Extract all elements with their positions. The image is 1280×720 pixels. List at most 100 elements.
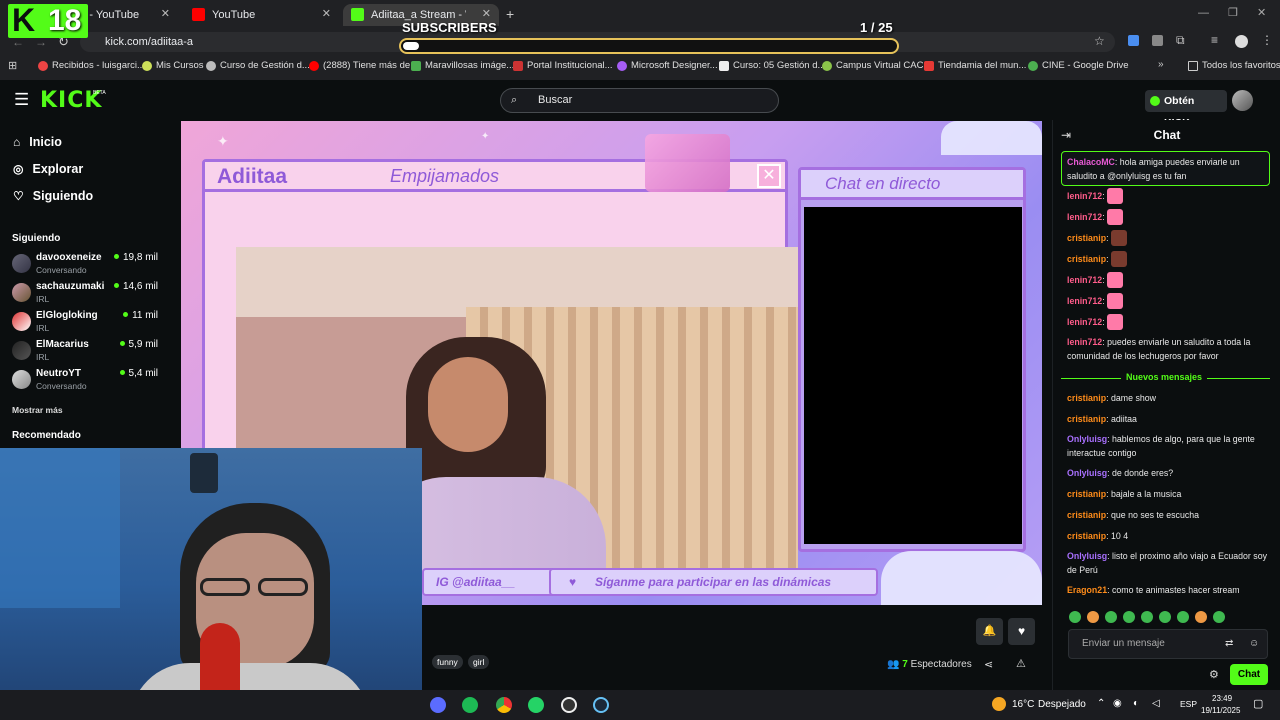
bookmark[interactable]: Maravillosas imáge...	[411, 60, 514, 71]
chat-username[interactable]: Onlyluisg	[1067, 551, 1107, 561]
settings-gear-icon[interactable]: ⚙	[1209, 668, 1219, 681]
notification-icon[interactable]: ▢	[1253, 697, 1263, 710]
bookmark[interactable]: Curso de Gestión d...	[206, 60, 310, 71]
chat-username[interactable]: cristianip	[1067, 510, 1106, 520]
tag-chip[interactable]: funny	[432, 655, 463, 669]
steam-icon[interactable]	[593, 697, 609, 713]
followed-channel[interactable]: sachauzumaki IRL 14,6 mil	[12, 281, 162, 307]
bookmark[interactable]: Microsoft Designer...	[617, 60, 718, 71]
emote-icon[interactable]	[1141, 611, 1153, 623]
bell-icon[interactable]: 🔔	[976, 618, 1003, 645]
emote-icon[interactable]	[1123, 611, 1135, 623]
close-icon[interactable]: ✕	[161, 7, 170, 20]
followed-channel[interactable]: ElGlogloking IRL 11 mil	[12, 310, 162, 336]
chat-username[interactable]: Onlyluisg	[1067, 434, 1107, 444]
chat-username[interactable]: Onlyluisg	[1067, 468, 1107, 478]
minimize-icon[interactable]: —	[1198, 7, 1209, 19]
get-kicks-button[interactable]: Obtén KICKs	[1145, 90, 1227, 129]
media-icon[interactable]: ≡	[1211, 33, 1218, 47]
close-icon[interactable]: ✕	[482, 7, 491, 20]
search-input[interactable]: ⌕ Buscar	[500, 88, 779, 113]
bookmark[interactable]: (2888) Tiene más de...	[309, 60, 418, 71]
tray-app-icon[interactable]: ◉	[1113, 698, 1122, 709]
tab-youtube[interactable]: YouTube ✕	[184, 4, 339, 26]
share-icon[interactable]: ⋖	[984, 658, 993, 671]
emote-icon	[1111, 230, 1127, 246]
tray-expand-icon[interactable]: ⌃	[1097, 698, 1105, 709]
emote-icon[interactable]	[1087, 611, 1099, 623]
sidebar-item-explorar[interactable]: ◎ Explorar	[13, 162, 83, 176]
emote-icon[interactable]	[1195, 611, 1207, 623]
window-close-icon[interactable]: ✕	[1257, 6, 1266, 19]
chat-username[interactable]: lenin712	[1067, 212, 1102, 222]
report-icon[interactable]: ⚠	[1016, 657, 1026, 670]
bookmark[interactable]: Portal Institucional...	[513, 60, 613, 71]
chat-username[interactable]: cristianip	[1067, 233, 1106, 243]
chat-username[interactable]: lenin712	[1067, 317, 1102, 327]
app-icon[interactable]	[430, 697, 446, 713]
tray-app-icon[interactable]: ◐	[1133, 698, 1139, 709]
chat-username[interactable]: lenin712	[1067, 191, 1102, 201]
bookmark[interactable]: Recibidos - luisgarci...	[38, 60, 145, 71]
chat-username[interactable]: Eragon21	[1067, 585, 1107, 595]
speaker-icon[interactable]: ◁	[1152, 698, 1160, 709]
puzzle-icon[interactable]: ⧉	[1176, 33, 1185, 48]
extension-icon[interactable]	[1152, 35, 1163, 46]
sidebar-item-inicio[interactable]: ⌂ Inicio	[13, 135, 62, 149]
chat-username[interactable]: lenin712	[1067, 296, 1102, 306]
emote-icon[interactable]	[1177, 611, 1189, 623]
chat-username[interactable]: cristianip	[1067, 254, 1106, 264]
bookmark[interactable]: Tiendamia del mun...	[924, 60, 1026, 71]
heart-icon: ♥	[569, 575, 577, 589]
tag-chip[interactable]: girl	[468, 655, 490, 669]
show-more-link[interactable]: Mostrar más	[12, 405, 63, 415]
obs-icon[interactable]	[561, 697, 577, 713]
chat-username[interactable]: cristianip	[1067, 414, 1106, 424]
chat-input[interactable]: Enviar un mensaje ⇄ ☺	[1068, 629, 1268, 659]
maximize-icon[interactable]: ❐	[1228, 6, 1238, 19]
emote-icon[interactable]	[1105, 611, 1117, 623]
chat-username[interactable]: cristianip	[1067, 393, 1106, 403]
language-indicator[interactable]: ESP	[1180, 699, 1197, 709]
sidebar-item-siguiendo[interactable]: ♡ Siguiendo	[13, 189, 93, 203]
emoji-icon[interactable]: ☺	[1249, 630, 1259, 658]
translate-icon[interactable]: ⇄	[1225, 630, 1233, 658]
extension-icon[interactable]	[1128, 35, 1139, 46]
new-tab-icon[interactable]: +	[506, 6, 514, 22]
close-icon[interactable]: ✕	[322, 7, 331, 20]
chat-message: cristianip: dame show	[1067, 393, 1156, 403]
home-icon: ⌂	[13, 135, 21, 149]
bookmark[interactable]: Campus Virtual CAC...	[822, 60, 931, 71]
menu-icon[interactable]: ⋮	[1261, 33, 1273, 47]
chat-username[interactable]: lenin712	[1067, 275, 1102, 285]
bookmark[interactable]: CINE - Google Drive	[1028, 60, 1129, 71]
profile-avatar[interactable]	[1235, 35, 1248, 48]
chat-username[interactable]: cristianip	[1067, 489, 1106, 499]
emote-icon[interactable]	[1159, 611, 1171, 623]
chat-username[interactable]: ChalacoMC	[1067, 157, 1115, 167]
hamburger-menu-icon[interactable]: ☰	[14, 90, 29, 110]
chat-text: como te animastes hacer stream	[1111, 585, 1240, 595]
send-chat-button[interactable]: Chat	[1230, 664, 1268, 685]
bookmarks-folder[interactable]: Todos los favoritos	[1188, 60, 1280, 71]
followed-channel[interactable]: ElMacarius IRL 5,9 mil	[12, 339, 162, 365]
follow-heart-icon[interactable]: ♥	[1008, 618, 1035, 645]
chat-username[interactable]: lenin712	[1067, 337, 1102, 347]
chat-username[interactable]: cristianip	[1067, 531, 1106, 541]
more-bookmarks-icon[interactable]: »	[1158, 59, 1164, 70]
bookmark-star-icon[interactable]: ☆	[1094, 34, 1105, 48]
spotify-icon[interactable]	[462, 697, 478, 713]
followed-channel[interactable]: davooxeneize Conversando 19,8 mil	[12, 252, 162, 278]
apps-grid-icon[interactable]: ⊞	[8, 59, 17, 72]
bookmark[interactable]: Curso: 05 Gestión d...	[719, 60, 825, 71]
emote-icon[interactable]	[1069, 611, 1081, 623]
kicks-coin-icon	[1150, 96, 1160, 106]
user-avatar[interactable]	[1232, 90, 1253, 111]
chrome-icon[interactable]	[496, 697, 512, 713]
new-messages-label: Nuevos mensajes	[1121, 372, 1208, 382]
bookmark[interactable]: Mis Cursos	[142, 60, 204, 71]
followed-channel[interactable]: NeutroYT Conversando 5,4 mil	[12, 368, 162, 394]
whatsapp-icon[interactable]	[528, 697, 544, 713]
emote-icon[interactable]	[1213, 611, 1225, 623]
emote-icon	[1111, 251, 1127, 267]
